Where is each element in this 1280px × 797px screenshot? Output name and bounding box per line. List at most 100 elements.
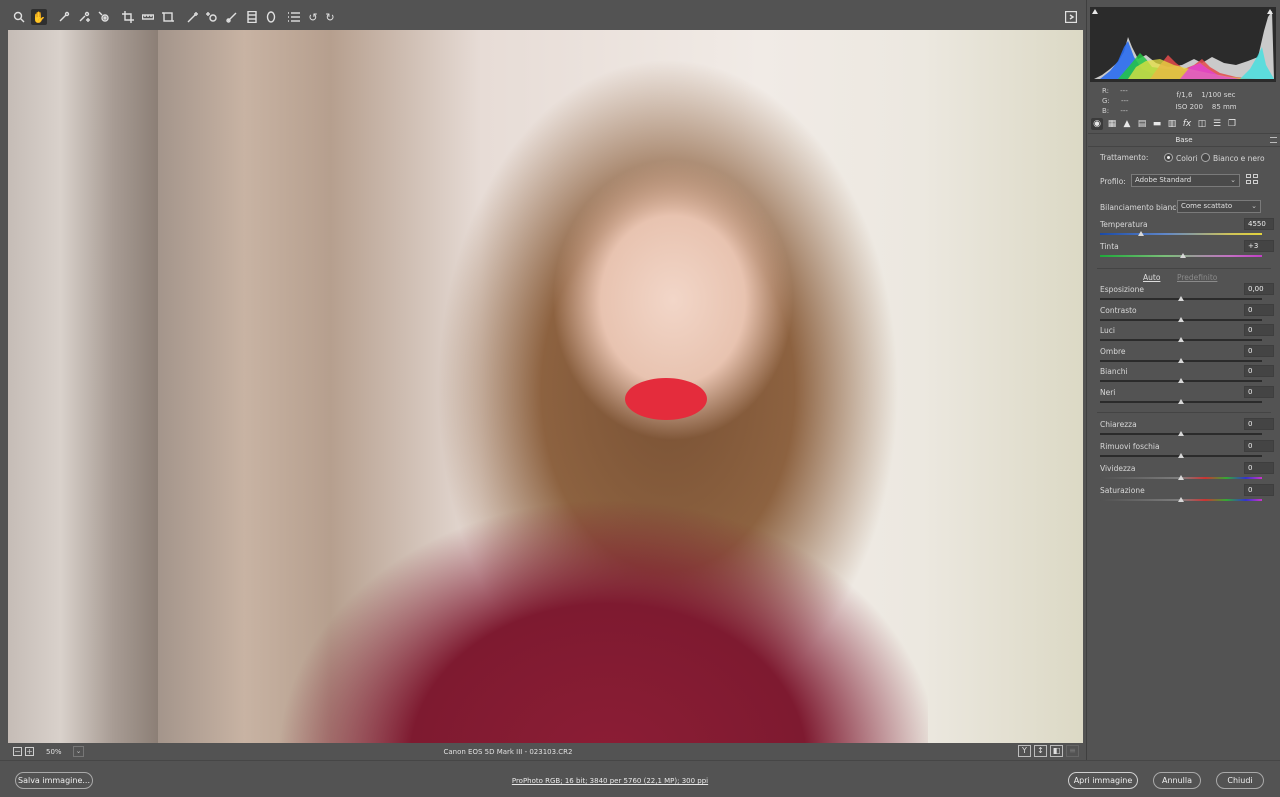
g-value: --- (1120, 97, 1129, 105)
wb-value: Come scattato (1181, 202, 1233, 210)
tab-lens-icon[interactable]: ▥ (1166, 118, 1178, 130)
tab-hsl-icon[interactable]: ▤ (1136, 118, 1148, 130)
slider-value-field[interactable]: 0,00 (1244, 283, 1274, 295)
r-label: R: (1102, 87, 1110, 95)
aperture-value: f/1,6 (1176, 91, 1193, 99)
tab-calibration-icon[interactable]: ◫ (1196, 118, 1208, 130)
default-link[interactable]: Predefinito (1177, 273, 1217, 282)
slider-value-field[interactable]: 0 (1244, 484, 1274, 496)
tab-effects-icon[interactable]: fx (1181, 118, 1193, 130)
subject-sweater (278, 500, 928, 743)
slider-value-field[interactable]: 0 (1244, 418, 1274, 430)
profilo-value: Adobe Standard (1135, 176, 1192, 184)
brush-heal-icon[interactable] (185, 9, 201, 25)
tab-detail-icon[interactable]: ▲ (1121, 118, 1133, 130)
transform-icon[interactable] (160, 9, 176, 25)
before-after-toggle-button[interactable]: Y (1018, 745, 1031, 757)
slider-thumb[interactable] (1178, 317, 1184, 322)
radial-filter-icon[interactable] (263, 9, 279, 25)
slider-label: Contrasto (1100, 306, 1137, 315)
tab-tone-curve-icon[interactable]: ▦ (1106, 118, 1118, 130)
panel-menu-icon[interactable] (1270, 137, 1277, 143)
slider-thumb[interactable] (1178, 475, 1184, 480)
close-button[interactable]: Chiudi (1216, 772, 1264, 789)
bianco-nero-radio[interactable] (1201, 153, 1210, 162)
slider-track[interactable] (1100, 233, 1262, 235)
slider-value-field[interactable]: 0 (1244, 324, 1274, 336)
fullscreen-icon[interactable] (1063, 9, 1079, 25)
slider-thumb[interactable] (1179, 253, 1186, 258)
subject-lips (625, 378, 707, 420)
camera-readout: f/1,6 1/100 sec ISO 200 85 mm (1161, 89, 1251, 113)
rotate-left-icon[interactable]: ↺ (305, 9, 321, 25)
panel-header: Base (1088, 133, 1280, 147)
graduated-filter-icon[interactable] (244, 9, 260, 25)
zoom-icon[interactable] (11, 9, 27, 25)
camera-file-info: Canon EOS 5D Mark III - 023103.CR2 (443, 748, 573, 756)
slider-label: Ombre (1100, 347, 1126, 356)
focal-length-value: 85 mm (1211, 103, 1237, 111)
toggle-adjustments-icon[interactable]: ≡ (1066, 745, 1079, 757)
profilo-select[interactable]: Adobe Standard ⌄ (1131, 174, 1240, 187)
slider-label: Esposizione (1100, 285, 1144, 294)
panel-title: Base (1175, 136, 1193, 144)
cancel-button[interactable]: Annulla (1153, 772, 1201, 789)
tab-snapshots-icon[interactable]: ❐ (1226, 118, 1238, 130)
workflow-options-link[interactable]: ProPhoto RGB; 16 bit; 3840 per 5760 (22,… (0, 777, 1220, 785)
wb-label: Bilanciamento bianco: (1100, 203, 1184, 212)
image-preview[interactable] (8, 30, 1083, 743)
hand-icon[interactable]: ✋ (31, 9, 47, 25)
divider (1097, 412, 1271, 413)
slider-thumb[interactable] (1178, 337, 1184, 342)
tab-base-icon[interactable]: ◉ (1091, 118, 1103, 130)
slider-value-field[interactable]: 0 (1244, 386, 1274, 398)
slider-value-field[interactable]: 0 (1244, 462, 1274, 474)
copy-settings-button[interactable]: ◧ (1050, 745, 1063, 757)
target-icon[interactable] (96, 9, 112, 25)
bianco-nero-label: Bianco e nero (1213, 154, 1265, 163)
slider-thumb[interactable] (1178, 358, 1184, 363)
slider-value-field[interactable]: 0 (1244, 440, 1274, 452)
slider-label: Luci (1100, 326, 1116, 335)
slider-label: Temperatura (1100, 220, 1148, 229)
swap-settings-button[interactable]: ↕ (1034, 745, 1047, 757)
slider-value-field[interactable]: 4550 (1244, 218, 1274, 230)
rotate-right-icon[interactable]: ↻ (322, 9, 338, 25)
slider-thumb[interactable] (1178, 378, 1184, 383)
slider-thumb[interactable] (1178, 399, 1184, 404)
slider-label: Neri (1100, 388, 1116, 397)
slider-thumb[interactable] (1137, 231, 1144, 236)
slider-thumb[interactable] (1178, 431, 1184, 436)
auto-link[interactable]: Auto (1143, 273, 1160, 282)
red-eye-icon[interactable] (204, 9, 220, 25)
brush-icon[interactable] (224, 9, 240, 25)
ruler-icon[interactable] (140, 9, 156, 25)
eyedropper-icon[interactable] (56, 9, 72, 25)
slider-thumb[interactable] (1178, 453, 1184, 458)
slider-value-field[interactable]: 0 (1244, 365, 1274, 377)
profilo-label: Profilo: (1100, 177, 1126, 186)
slider-value-field[interactable]: 0 (1244, 345, 1274, 357)
color-sampler-icon[interactable] (76, 9, 92, 25)
slider-value-field[interactable]: +3 (1244, 240, 1274, 252)
tab-presets-icon[interactable]: ☰ (1211, 118, 1223, 130)
slider-label: Rimuovi foschia (1100, 442, 1160, 451)
list-icon[interactable] (286, 9, 302, 25)
b-value: --- (1120, 107, 1128, 115)
profile-browser-icon[interactable] (1246, 174, 1259, 186)
slider-thumb[interactable] (1178, 296, 1184, 301)
iso-value: ISO 200 (1175, 103, 1203, 111)
trattamento-label: Trattamento: (1100, 153, 1149, 162)
slider-thumb[interactable] (1178, 497, 1184, 502)
r-value: --- (1120, 87, 1128, 95)
tab-split-toning-icon[interactable]: ▬ (1151, 118, 1163, 130)
wb-select[interactable]: Come scattato ⌄ (1177, 200, 1261, 213)
rgb-readout: R: --- G: --- B: --- (1102, 86, 1129, 116)
open-image-button[interactable]: Apri immagine (1068, 772, 1138, 789)
slider-value-field[interactable]: 0 (1244, 304, 1274, 316)
crop-icon[interactable] (120, 9, 136, 25)
toolbar: ✋ ↺ ↻ (0, 0, 1086, 30)
b-label: B: (1102, 107, 1110, 115)
divider (1097, 268, 1271, 269)
colori-radio[interactable] (1164, 153, 1173, 162)
